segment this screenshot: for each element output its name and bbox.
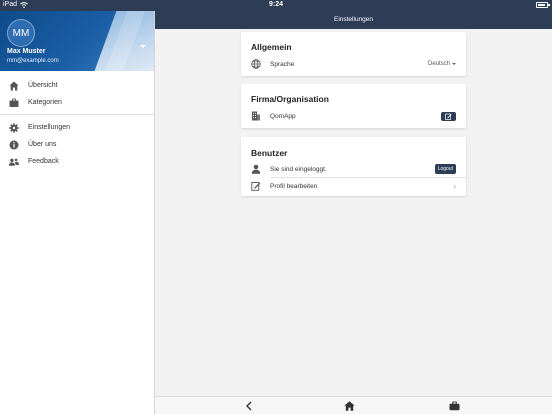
battery-level xyxy=(538,4,545,6)
edit-icon xyxy=(441,111,456,121)
sidebar-item-about[interactable]: Über uns xyxy=(0,136,154,153)
section-title: Allgemein xyxy=(251,42,292,52)
home-button[interactable] xyxy=(343,400,355,412)
battery-icon xyxy=(536,2,550,8)
company-name: QomApp xyxy=(270,112,296,120)
language-select[interactable]: Deutsch xyxy=(428,56,456,72)
general-card: Allgemein Sprache Deutsch xyxy=(241,32,466,76)
chevron-right-icon: › xyxy=(453,181,456,191)
logout-button[interactable]: Logout xyxy=(434,164,456,174)
language-value: Deutsch xyxy=(427,61,450,67)
briefcase-icon xyxy=(9,98,19,108)
globe-icon xyxy=(251,59,261,69)
edit-company-button[interactable] xyxy=(441,108,456,124)
people-icon xyxy=(9,157,19,167)
section-title: Benutzer xyxy=(251,148,288,158)
sidebar-item-label: Kategorien xyxy=(28,99,62,106)
home-icon xyxy=(9,81,19,91)
sidebar: MM Max Muster mm@example.com Übersicht K… xyxy=(0,11,155,414)
section-title: Firma/Organisation xyxy=(251,94,329,104)
user-icon xyxy=(251,164,261,174)
profile-name: Max Muster xyxy=(7,48,46,55)
sidebar-divider xyxy=(0,114,154,115)
sidebar-nav-secondary: Einstellungen Über uns Feedback xyxy=(0,119,154,170)
sidebar-item-categories[interactable]: Kategorien xyxy=(0,94,154,111)
sidebar-item-settings[interactable]: Einstellungen xyxy=(0,119,154,136)
gear-icon xyxy=(9,122,19,133)
company-card: Firma/Organisation QomApp xyxy=(241,84,466,128)
edit-profile-row[interactable]: Profil bearbeiten › xyxy=(241,178,466,194)
sidebar-item-label: Einstellungen xyxy=(28,124,71,131)
language-label: Sprache xyxy=(270,60,295,68)
status-bar: iPad 9:24 xyxy=(0,0,552,11)
sidebar-item-overview[interactable]: Übersicht xyxy=(0,77,154,94)
chevron-down-icon[interactable] xyxy=(140,45,146,48)
home-icon xyxy=(343,401,355,411)
edit-profile-label: Profil bearbeiten xyxy=(270,182,318,190)
sidebar-item-label: Feedback xyxy=(28,158,59,165)
profile-email: mm@example.com xyxy=(7,58,59,64)
logout-wrapper: Logout xyxy=(434,161,456,177)
user-card: Benutzer Sie sind eingeloggt. Logout Pro… xyxy=(241,137,466,196)
page-title: Einstellungen xyxy=(333,16,374,23)
language-row[interactable]: Sprache Deutsch xyxy=(241,56,466,72)
sidebar-item-feedback[interactable]: Feedback xyxy=(0,153,154,170)
building-icon xyxy=(251,111,261,121)
back-button[interactable] xyxy=(243,400,255,412)
sidebar-item-label: Übersicht xyxy=(28,82,58,89)
avatar[interactable]: MM xyxy=(7,19,35,47)
edit-icon xyxy=(251,181,261,191)
clock: 9:24 xyxy=(268,1,283,8)
categories-button[interactable] xyxy=(448,400,460,412)
login-status-text: Sie sind eingeloggt. xyxy=(270,165,327,173)
sidebar-item-label: Über uns xyxy=(28,141,57,148)
sidebar-nav-main: Übersicht Kategorien xyxy=(0,77,154,111)
briefcase-icon xyxy=(449,401,459,411)
login-status-row: Sie sind eingeloggt. Logout xyxy=(241,161,466,177)
profile-header[interactable]: MM Max Muster mm@example.com xyxy=(0,11,154,71)
chevron-left-icon xyxy=(246,401,252,411)
bottom-toolbar xyxy=(155,396,552,414)
caret-down-icon xyxy=(452,63,456,65)
company-row: QomApp xyxy=(241,108,466,124)
navigation-bar: Einstellungen xyxy=(155,11,552,29)
info-icon xyxy=(9,140,19,150)
